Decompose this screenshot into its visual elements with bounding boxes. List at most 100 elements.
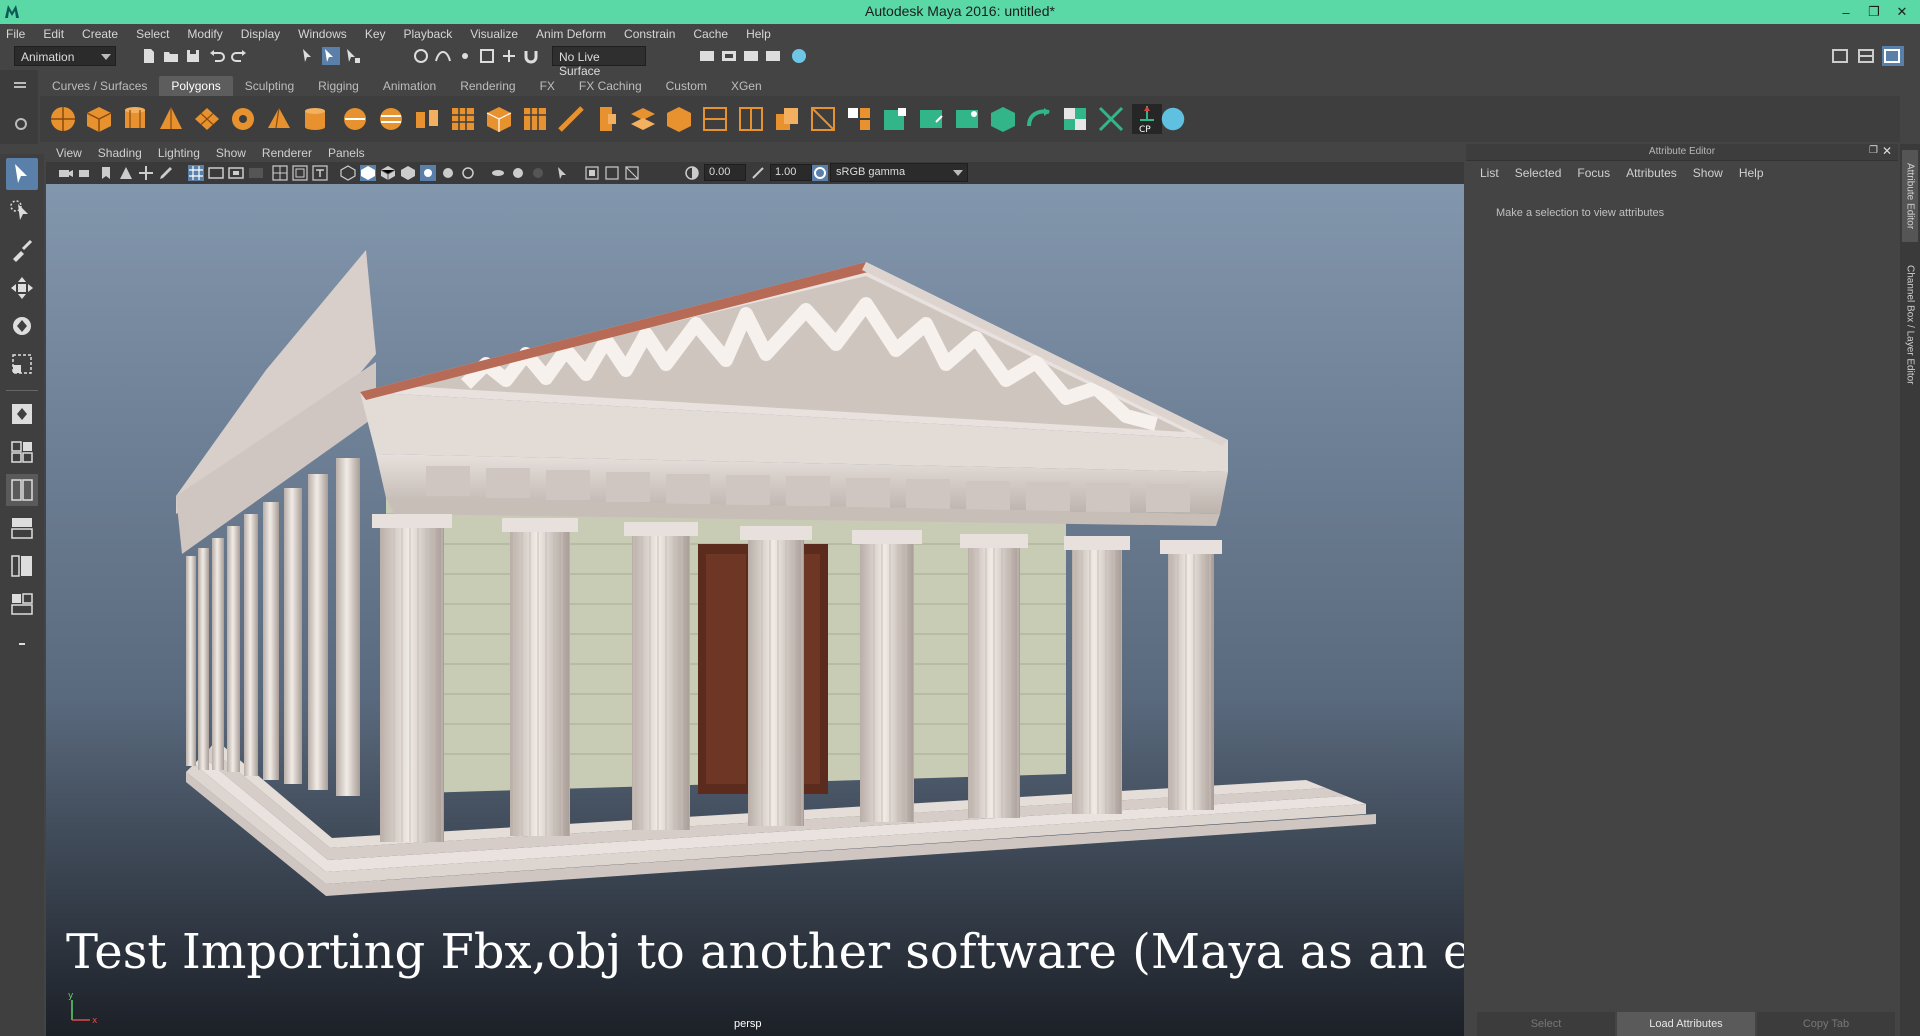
minimize-icon[interactable]: – (1832, 0, 1860, 24)
uv-cylindrical-icon[interactable] (916, 104, 946, 134)
depth-of-field-icon[interactable] (530, 165, 546, 181)
poly-cylinder-icon[interactable] (120, 104, 150, 134)
poly-bridge-icon[interactable] (628, 104, 658, 134)
xray-components-icon[interactable] (624, 165, 640, 181)
workspace-icon-2[interactable] (1856, 46, 1878, 66)
select-hierarchy-icon[interactable] (300, 47, 318, 65)
menu-display[interactable]: Display (241, 27, 280, 41)
film-gate-icon[interactable] (208, 165, 224, 181)
snap-grid-icon[interactable] (412, 47, 430, 65)
snap-view-plane-icon[interactable] (478, 47, 496, 65)
menu-cache[interactable]: Cache (693, 27, 728, 41)
live-surface-field[interactable]: No Live Surface (552, 46, 646, 78)
poly-cube-icon[interactable] (84, 104, 114, 134)
select-component-icon[interactable] (344, 47, 362, 65)
select-object-icon[interactable] (322, 47, 340, 65)
field-chart-icon[interactable] (272, 165, 288, 181)
panel-menu-shading[interactable]: Shading (98, 146, 142, 160)
attr-menu-list[interactable]: List (1480, 166, 1499, 180)
smooth-shade-icon[interactable] (360, 165, 376, 181)
menu-playback[interactable]: Playback (404, 27, 453, 41)
attr-menu-attributes[interactable]: Attributes (1626, 166, 1677, 180)
attr-menu-show[interactable]: Show (1693, 166, 1723, 180)
poly-smooth-icon[interactable] (448, 104, 478, 134)
workspace-icon-1[interactable] (1830, 46, 1852, 66)
lasso-tool-icon[interactable] (6, 196, 38, 228)
poly-extrude-icon[interactable] (592, 104, 622, 134)
image-plane-icon[interactable] (118, 165, 134, 181)
poly-torus-icon[interactable] (228, 104, 258, 134)
attr-menu-selected[interactable]: Selected (1515, 166, 1562, 180)
panel-menu-view[interactable]: View (56, 146, 82, 160)
poly-sphere-icon[interactable] (48, 104, 78, 134)
xray-icon[interactable] (584, 165, 600, 181)
snap-live-icon[interactable] (500, 47, 518, 65)
poly-combine-icon[interactable] (340, 104, 370, 134)
snap-point-icon[interactable] (456, 47, 474, 65)
tab-curves-surfaces[interactable]: Curves / Surfaces (40, 76, 159, 96)
poly-extract-icon[interactable] (412, 104, 442, 134)
tab-xgen[interactable]: XGen (719, 76, 774, 96)
perspective-viewport[interactable]: Test Importing Fbx,obj to another softwa… (46, 184, 1464, 1036)
gamma-icon[interactable] (750, 165, 766, 181)
poly-multicut-icon[interactable] (700, 104, 730, 134)
load-attributes-button[interactable]: Load Attributes (1617, 1012, 1755, 1036)
safe-title-icon[interactable] (312, 165, 328, 181)
menu-key[interactable]: Key (365, 27, 386, 41)
restore-icon[interactable]: ❐ (1860, 0, 1888, 24)
tab-rendering[interactable]: Rendering (448, 76, 527, 96)
menu-edit[interactable]: Edit (43, 27, 64, 41)
view-transform-dropdown[interactable]: sRGB gamma (830, 163, 968, 182)
magnet-icon[interactable] (522, 47, 540, 65)
exposure-icon[interactable] (684, 165, 700, 181)
four-view-layout-icon[interactable] (6, 436, 38, 468)
poly-append-icon[interactable] (664, 104, 694, 134)
anti-aliasing-icon[interactable] (510, 165, 526, 181)
safe-action-icon[interactable] (292, 165, 308, 181)
menu-visualize[interactable]: Visualize (470, 27, 518, 41)
camera-icon[interactable] (58, 165, 74, 181)
shelf-settings-icon[interactable] (15, 118, 27, 130)
two-d-pan-icon[interactable] (138, 165, 154, 181)
tab-polygons[interactable]: Polygons (159, 76, 233, 96)
toolbox-collapse-icon[interactable] (6, 628, 38, 660)
workspace-icon-3[interactable] (1882, 46, 1904, 66)
scale-tool-icon[interactable] (6, 348, 38, 380)
uv-planar-icon[interactable] (880, 104, 910, 134)
uv-unfold-icon[interactable] (1024, 104, 1054, 134)
select-button[interactable]: Select (1477, 1012, 1615, 1036)
menu-file[interactable]: File (6, 27, 25, 41)
menu-anim-deform[interactable]: Anim Deform (536, 27, 606, 41)
outliner-layout-icon[interactable] (6, 550, 38, 582)
close-icon[interactable]: ✕ (1888, 0, 1916, 24)
tab-channel-box[interactable]: Channel Box / Layer Editor (1902, 254, 1918, 396)
save-scene-icon[interactable] (184, 47, 202, 65)
panel-menu-show[interactable]: Show (216, 146, 246, 160)
bookmark-icon[interactable] (98, 165, 114, 181)
poly-booleans-icon[interactable] (484, 104, 514, 134)
poly-collapse-icon[interactable] (844, 104, 874, 134)
gamma-field[interactable]: 1.00 (770, 164, 812, 181)
persp-outliner-layout-icon[interactable] (6, 474, 38, 506)
paint-select-tool-icon[interactable] (6, 234, 38, 266)
gate-mask-icon[interactable] (248, 165, 264, 181)
attr-menu-focus[interactable]: Focus (1577, 166, 1610, 180)
grid-icon[interactable] (188, 165, 204, 181)
menu-select[interactable]: Select (136, 27, 169, 41)
render-view-icon[interactable] (698, 47, 716, 65)
resolution-gate-icon[interactable] (228, 165, 244, 181)
panel-menu-lighting[interactable]: Lighting (158, 146, 200, 160)
attr-menu-help[interactable]: Help (1739, 166, 1764, 180)
poly-plane-icon[interactable] (192, 104, 222, 134)
persp-graph-layout-icon[interactable] (6, 512, 38, 544)
isolate-select-icon[interactable] (556, 165, 572, 181)
menu-modify[interactable]: Modify (187, 27, 222, 41)
float-panel-icon[interactable]: ❐ (1869, 145, 1878, 156)
xray-joints-icon[interactable] (604, 165, 620, 181)
panel-menu-renderer[interactable]: Renderer (262, 146, 312, 160)
open-scene-icon[interactable] (162, 47, 180, 65)
uv-automatic-icon[interactable] (988, 104, 1018, 134)
render-current-frame-icon[interactable] (720, 47, 738, 65)
grease-pencil-icon[interactable] (158, 165, 174, 181)
render-settings-icon[interactable] (764, 47, 782, 65)
